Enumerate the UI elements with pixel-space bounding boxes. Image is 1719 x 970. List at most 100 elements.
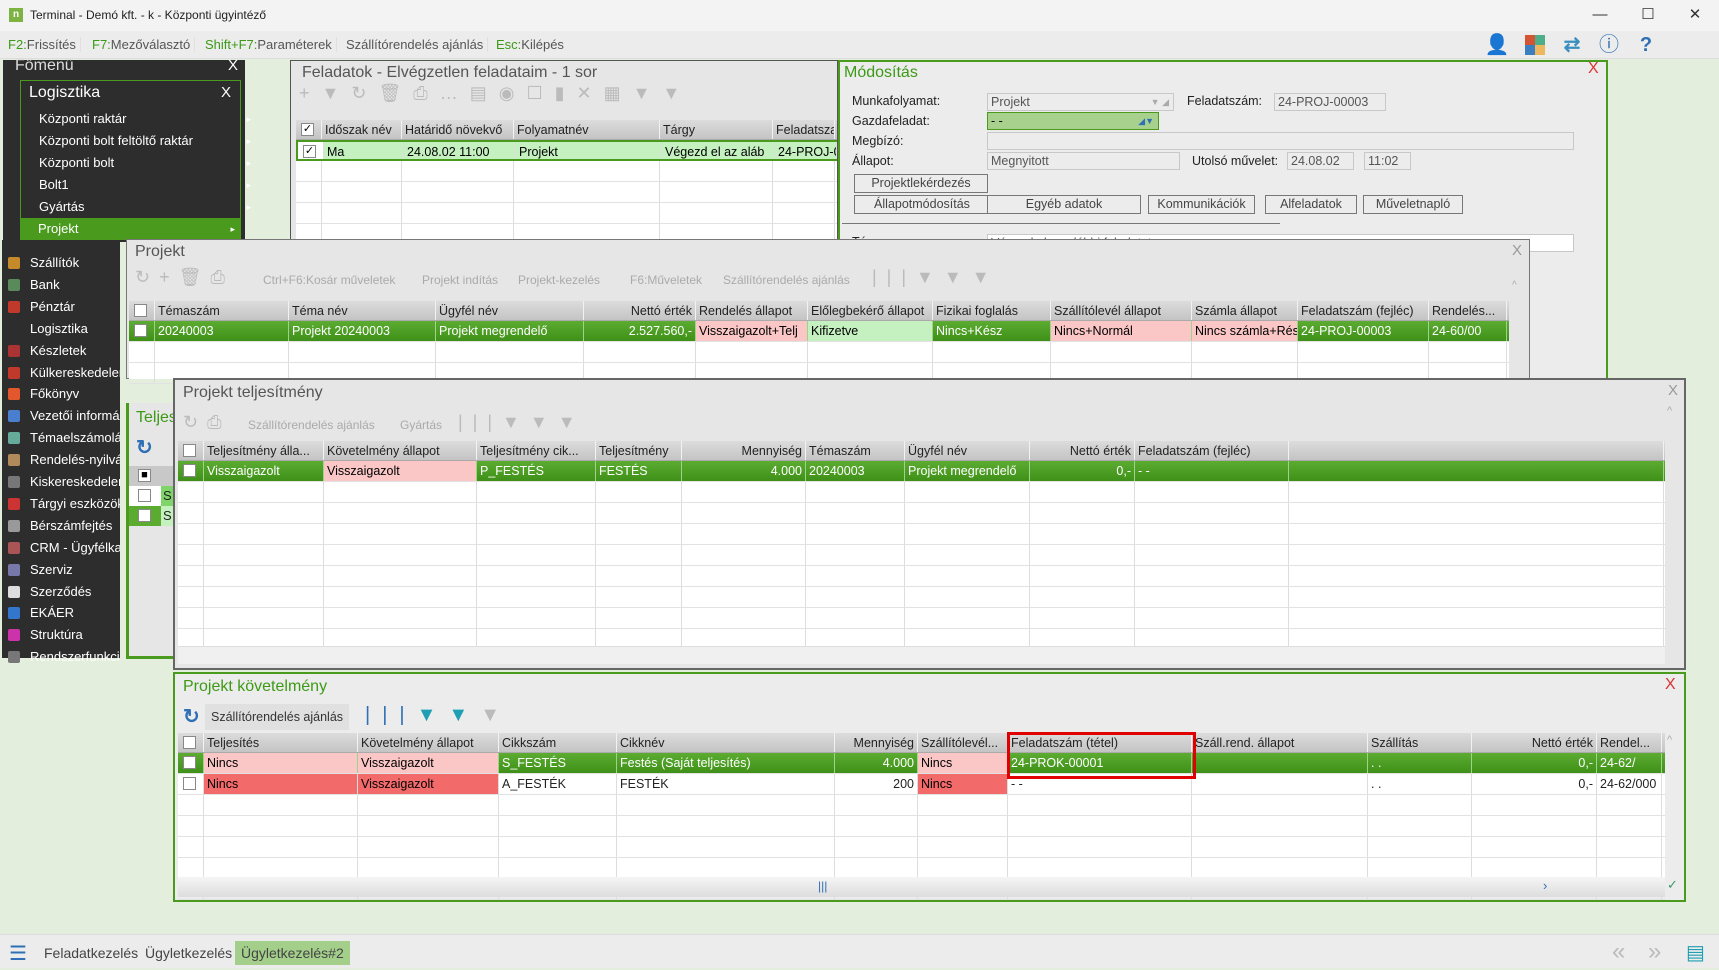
scroll-up-icon[interactable]: ^ [1667, 405, 1672, 417]
tab-deal-management[interactable]: Ügyletkezelés [139, 941, 238, 965]
add-icon[interactable]: + [159, 267, 179, 287]
filter-icon[interactable]: ▼ [916, 267, 944, 287]
clear-filter-icon[interactable]: ▼ [480, 704, 512, 726]
horizontal-scrollbar[interactable] [178, 646, 1665, 664]
sidebar-item[interactable]: Témaelszámolás [2, 427, 120, 449]
column-header[interactable]: Mennyiség [835, 733, 918, 752]
more-icon[interactable]: … [440, 83, 470, 103]
delete-icon[interactable]: 🗑 [179, 267, 211, 287]
scroll-thumb-icon[interactable]: ||| [818, 879, 827, 893]
partial-row[interactable]: S [129, 506, 173, 526]
empty-row[interactable] [296, 182, 837, 203]
other-data-button[interactable]: Egyéb adatok [987, 195, 1141, 214]
submenu-item[interactable]: Központi raktár ▸ [39, 108, 251, 130]
column-header[interactable]: Szállítólevél állapot [1051, 301, 1192, 320]
column-header[interactable]: Téma név [289, 301, 436, 320]
print-icon[interactable]: ⎙ [413, 83, 439, 103]
sidebar-item[interactable]: Szerződés [2, 581, 120, 603]
sidebar-item[interactable]: Külkereskedelem [2, 362, 120, 384]
table-row[interactable]: ✓ Ma 24.08.02 11:00 Projekt Végezd el az alá… [296, 140, 837, 161]
supplier-order-button[interactable]: Szállítórendelés ajánlás [723, 273, 850, 287]
sidebar-item[interactable]: Pénztár [2, 296, 120, 318]
filter-icon[interactable]: ▼ [502, 412, 530, 432]
column-header[interactable]: Nettó érték [1472, 733, 1597, 752]
submenu-close-button[interactable]: X [221, 84, 231, 101]
column-header[interactable]: Feladatsza [773, 120, 835, 139]
empty-row[interactable] [178, 566, 1665, 587]
column-header[interactable]: Folyamatnév [514, 120, 660, 139]
action-log-button[interactable]: Műveletnapló [1363, 195, 1463, 214]
print-icon[interactable]: ⎙ [207, 412, 230, 432]
column-filter-icon[interactable]: ▼ [448, 704, 480, 726]
switch-icon[interactable]: ⇄ [1555, 32, 1589, 58]
column-header[interactable] [129, 301, 155, 320]
empty-row[interactable] [296, 203, 837, 224]
column-header[interactable]: Ügyfél név [905, 441, 1030, 460]
empty-row[interactable] [178, 608, 1665, 629]
info-icon[interactable]: ⓘ [1592, 32, 1626, 58]
refresh-icon[interactable]: ↻ [136, 435, 153, 460]
previous-icon[interactable]: « [1612, 938, 1625, 966]
refresh-icon[interactable]: ↻ [135, 267, 159, 287]
row-checkbox[interactable] [183, 464, 196, 477]
column-header[interactable]: Teljesítés [204, 733, 358, 752]
sidebar-item[interactable]: Kiskereskedelem [2, 471, 120, 493]
column-header[interactable]: Követelmény állapot [324, 441, 477, 460]
submenu-item[interactable]: Projekt ▸ [20, 218, 241, 240]
sidebar-item[interactable]: Struktúra [2, 624, 120, 646]
sidebar-item[interactable]: Bérszámfejtés [2, 515, 120, 537]
column-filter-icon[interactable]: ▼ [944, 267, 972, 287]
scroll-up-icon[interactable]: ^ [1667, 734, 1672, 746]
project-query-button[interactable]: Projektlekérdezés [854, 174, 988, 193]
hamburger-menu-icon[interactable]: ☰ [9, 941, 27, 966]
empty-row[interactable] [178, 503, 1665, 524]
partial-row[interactable]: S [129, 486, 173, 506]
column-header[interactable]: Cikknév [617, 733, 835, 752]
next-icon[interactable]: » [1648, 938, 1661, 966]
project-management-button[interactable]: Projekt-kezelés [518, 273, 600, 287]
last-action-time[interactable]: 11:02 [1364, 152, 1411, 170]
status-field[interactable]: Megnyitott [987, 152, 1180, 170]
column-header[interactable]: Ügyfél név [436, 301, 584, 320]
empty-row[interactable] [178, 482, 1665, 503]
tab-task-management[interactable]: Feladatkezelés [38, 941, 144, 965]
document-icon[interactable]: ▤ [1686, 940, 1705, 965]
user-icon[interactable]: 👤 [1480, 32, 1514, 58]
row-checkbox[interactable] [138, 509, 151, 522]
empty-row[interactable] [178, 587, 1665, 608]
column-header[interactable]: Teljesítmény álla... [204, 441, 324, 460]
add-icon[interactable]: + [299, 83, 322, 103]
parent-task-select[interactable]: - - ◢▼ [987, 112, 1159, 130]
column-header[interactable]: Mennyiség [682, 441, 806, 460]
maximize-button[interactable]: ☐ [1628, 4, 1668, 26]
tab-deal-management-2[interactable]: Ügyletkezelés#2 [235, 941, 350, 965]
refresh-icon[interactable]: ↻ [351, 83, 378, 103]
select-all-checkbox[interactable] [183, 444, 196, 457]
close-window-button[interactable]: ✕ [1675, 4, 1715, 26]
sidebar-item[interactable]: Rendszerfunkciók [2, 646, 120, 668]
table-row[interactable]: Nincs Visszaigazolt S_FESTÉS Festés (Saját … [178, 753, 1665, 774]
table-row[interactable]: Nincs Visszaigazolt A_FESTÉK FESTÉK 200 Nincs… [178, 774, 1665, 795]
chart-icon[interactable]: ▮ [555, 83, 577, 103]
tools-icon[interactable]: ✕ [576, 83, 603, 103]
column-header[interactable]: ✓ [296, 120, 322, 139]
requirement-close-button[interactable]: X [1665, 676, 1676, 694]
sidebar-item[interactable]: Főkönyv [2, 383, 120, 405]
refresh-icon[interactable]: ↻ [183, 412, 207, 432]
columns-icon[interactable]: ||| [872, 267, 916, 287]
columns-icon[interactable]: ||| [458, 412, 502, 432]
empty-row[interactable] [129, 342, 1509, 363]
column-header[interactable]: Nettó érték [1030, 441, 1135, 460]
workflow-select[interactable]: Projekt ▼ ◢ [987, 93, 1174, 111]
scroll-right-icon[interactable]: › [1543, 878, 1547, 893]
field-selector-menu[interactable]: F7:Mezőválasztó [88, 37, 196, 52]
column-header[interactable]: Teljesítmény [596, 441, 682, 460]
help-icon[interactable]: ? [1629, 32, 1663, 58]
empty-row[interactable] [178, 858, 1665, 879]
column-header[interactable] [178, 441, 204, 460]
sidebar-item[interactable]: Bank [2, 274, 120, 296]
view-icon[interactable]: ◉ [499, 83, 527, 103]
column-header[interactable] [178, 733, 204, 752]
project-start-button[interactable]: Projekt indítás [422, 273, 498, 287]
column-header[interactable]: Követelmény állapot [358, 733, 499, 752]
